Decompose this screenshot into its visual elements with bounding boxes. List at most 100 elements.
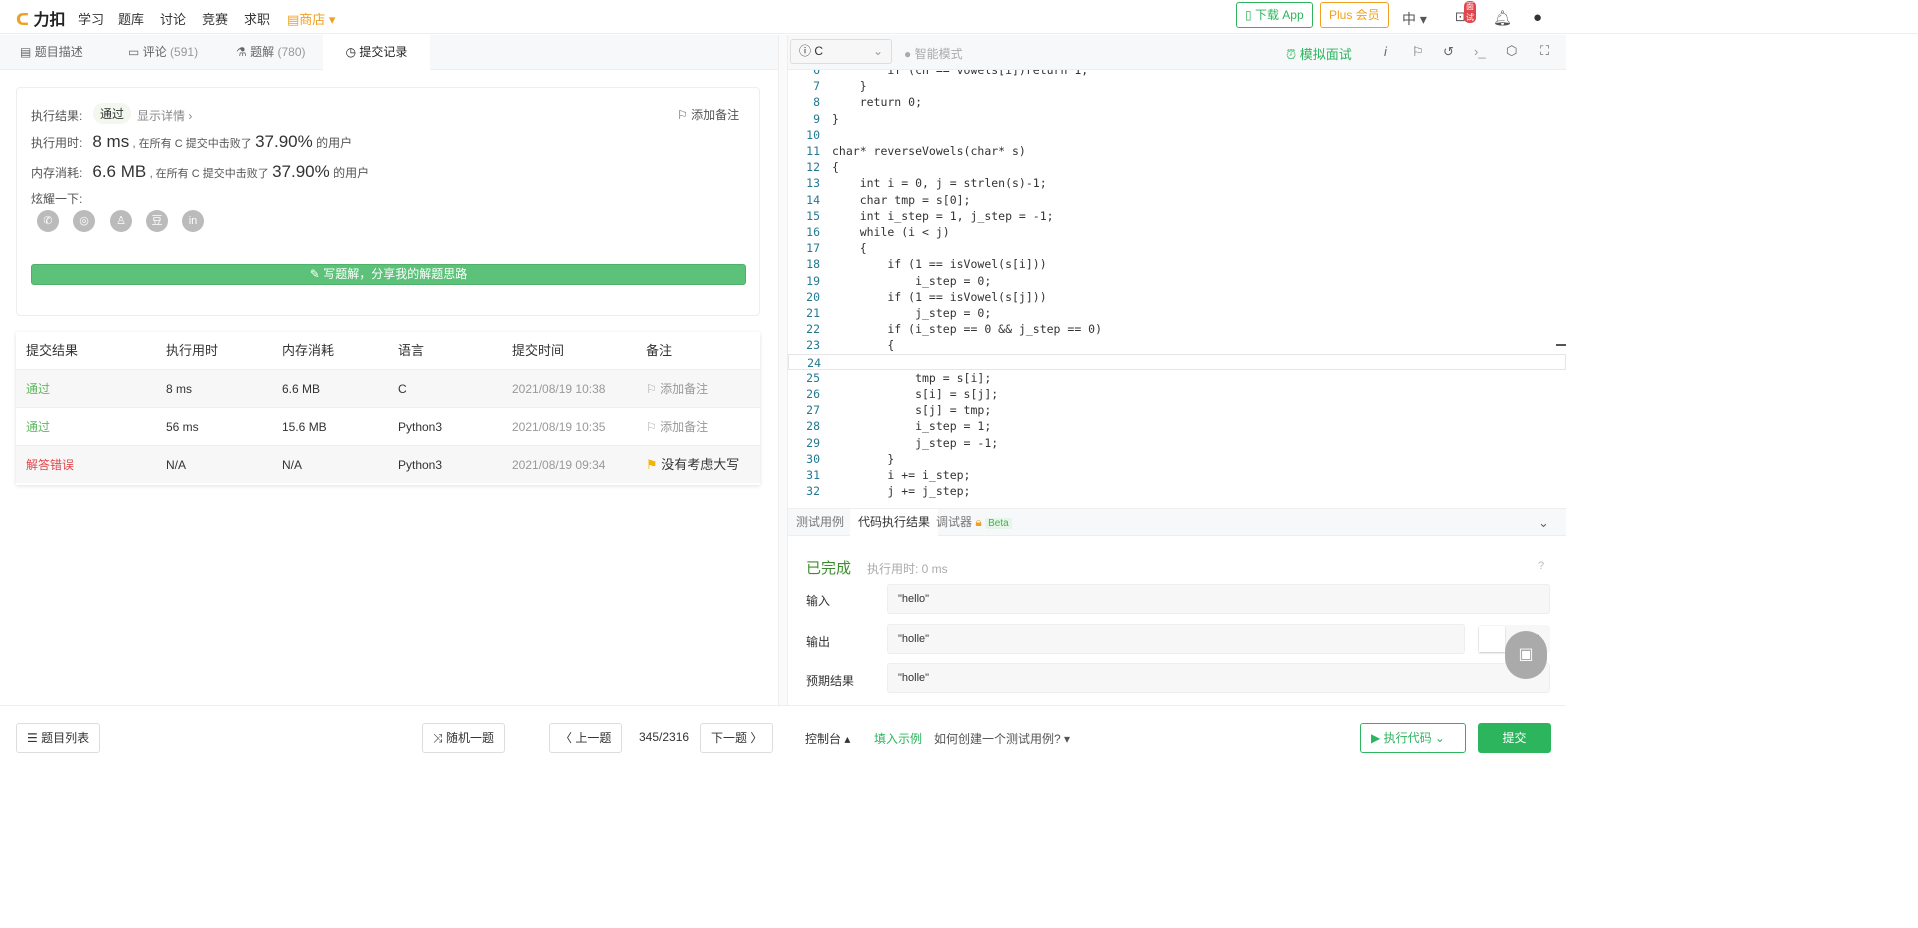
- code-line[interactable]: 18 if (1 == isVowel(s[i])): [788, 256, 1566, 272]
- line-number: 18: [806, 257, 820, 272]
- linkedin-icon[interactable]: in: [182, 210, 204, 232]
- avatar[interactable]: ●: [1533, 9, 1542, 26]
- code-line[interactable]: 17 {: [788, 240, 1566, 256]
- download-app-button[interactable]: ▯ 下载 App: [1236, 2, 1313, 28]
- help-icon[interactable]: ?: [1538, 560, 1544, 572]
- line-number: 16: [806, 225, 820, 239]
- notebook-float-icon[interactable]: ▣: [1505, 631, 1547, 679]
- problem-list-button[interactable]: ☰ 题目列表: [16, 723, 101, 753]
- submit-button[interactable]: 提交: [1478, 723, 1551, 753]
- nav-store[interactable]: ▤商店 ▾: [287, 9, 335, 28]
- note-cell[interactable]: ⚐ 添加备注: [646, 408, 708, 446]
- code-line[interactable]: 25 tmp = s[i];: [788, 370, 1566, 386]
- code-line[interactable]: 31 i += i_step;: [788, 467, 1566, 483]
- code-line[interactable]: 9}: [788, 111, 1566, 127]
- code-line[interactable]: 6 if (ch == vowels[i])return 1;: [788, 70, 1566, 78]
- language-cell: C: [398, 382, 407, 396]
- code-line[interactable]: 11 char* reverseVowels(char* s): [788, 143, 1566, 159]
- wechat-icon[interactable]: ✆: [37, 210, 59, 232]
- line-number: 11: [806, 144, 820, 158]
- tab-debugger[interactable]: 调试器 🔒︎ Beta: [928, 509, 1020, 536]
- note-cell[interactable]: ⚑ 没有考虑大写: [646, 446, 739, 484]
- how-to-testcase-link[interactable]: 如何创建一个测试用例? ▾: [934, 730, 1070, 747]
- code-line[interactable]: 26 s[i] = s[j];: [788, 386, 1566, 402]
- code-line[interactable]: 30 }: [788, 451, 1566, 467]
- code-line[interactable]: 24: [788, 353, 1566, 370]
- tab-testcase[interactable]: 测试用例: [788, 509, 852, 536]
- code-line[interactable]: 13 int i = 0, j = strlen(s)-1;: [788, 175, 1566, 191]
- code-line[interactable]: 14 char tmp = s[0];: [788, 192, 1566, 208]
- nav-contest[interactable]: 竞赛: [202, 9, 228, 28]
- terminal-icon[interactable]: ›_: [1474, 44, 1486, 59]
- smart-mode-toggle[interactable]: ● 智能模式: [904, 45, 963, 62]
- code-line[interactable]: 20 if (1 == isVowel(s[j])): [788, 289, 1566, 305]
- code-line[interactable]: 15 int i_step = 1, j_step = -1;: [788, 208, 1566, 224]
- add-note-button[interactable]: ⚐ 添加备注: [677, 106, 739, 123]
- code-line[interactable]: 8 return 0;: [788, 94, 1566, 110]
- write-solution-button[interactable]: ✎ 写题解，分享我的解题思路: [31, 264, 746, 285]
- editor-scrollbar[interactable]: [1556, 344, 1566, 346]
- random-problem-button[interactable]: ⤨ 随机一题: [422, 723, 505, 753]
- code-text: i_step = 1;: [832, 419, 992, 434]
- show-details-link[interactable]: 显示详情 ›: [137, 107, 192, 124]
- nav-problems[interactable]: 题库: [118, 9, 144, 28]
- interview-icon[interactable]: ⊡ 面试: [1455, 1, 1476, 25]
- tab-run-result[interactable]: 代码执行结果: [850, 509, 939, 536]
- submissions-table: 提交结果 执行用时 内存消耗 语言 提交时间 备注 通过 8 ms 6.6 MB C 20…: [16, 332, 760, 485]
- tab-solutions[interactable]: ⚗ 题解 (780): [216, 35, 325, 70]
- top-nav: ᑕ 力扣 学习 题库 讨论 竞赛 求职 ▤商店 ▾ ▯ 下载 App Plus …: [0, 0, 1918, 34]
- code-line[interactable]: 21 j_step = 0;: [788, 305, 1566, 321]
- plus-member-button[interactable]: Plus 会员: [1320, 2, 1389, 28]
- code-line[interactable]: 29 j_step = -1;: [788, 435, 1566, 451]
- chevron-down-icon: ⌄: [872, 44, 883, 58]
- tab-comments[interactable]: ▭ 评论 (591): [108, 35, 218, 70]
- bell-icon[interactable]: 🔔︎: [1493, 9, 1512, 27]
- nav-discuss[interactable]: 讨论: [160, 9, 186, 28]
- code-line[interactable]: 28 i_step = 1;: [788, 418, 1566, 434]
- collapse-chevron-icon[interactable]: ⌄: [1538, 515, 1549, 531]
- nav-jobs[interactable]: 求职: [244, 9, 270, 28]
- panel-resize-handle[interactable]: [778, 35, 788, 705]
- code-line[interactable]: 12 {: [788, 159, 1566, 175]
- fill-example-link[interactable]: 填入示例: [874, 730, 922, 747]
- note-cell[interactable]: ⚐ 添加备注: [646, 370, 708, 408]
- info-icon: ⓘ: [799, 44, 812, 58]
- reset-icon[interactable]: ↺: [1443, 44, 1454, 60]
- mock-interview-button[interactable]: ⏰︎ 模拟面试: [1286, 44, 1352, 63]
- code-line[interactable]: 7 }: [788, 78, 1566, 94]
- code-text: int i_step = 1, j_step = -1;: [832, 208, 1054, 223]
- code-line[interactable]: 27 s[j] = tmp;: [788, 402, 1566, 418]
- nav-learn[interactable]: 学习: [78, 9, 104, 28]
- code-text: j_step = -1;: [832, 435, 999, 450]
- code-line[interactable]: 23 {: [788, 337, 1566, 353]
- fullscreen-icon[interactable]: ⛶: [1540, 43, 1549, 59]
- table-row[interactable]: 解答错误 N/A N/A Python3 2021/08/19 09:34 ⚑ …: [16, 445, 760, 483]
- code-editor[interactable]: 6 if (ch == vowels[i])return 1; 7 } 8 retu…: [788, 70, 1566, 508]
- tab-description[interactable]: ▤ 题目描述: [0, 35, 103, 70]
- leetcode-logo[interactable]: ᑕ 力扣: [16, 6, 66, 30]
- submission-status[interactable]: 通过: [26, 408, 50, 446]
- code-line[interactable]: 19 i_step = 0;: [788, 273, 1566, 289]
- submission-status[interactable]: 解答错误: [26, 446, 74, 484]
- info-button-icon[interactable]: i: [1384, 44, 1387, 59]
- code-line[interactable]: 10: [788, 127, 1566, 143]
- table-row[interactable]: 通过 56 ms 15.6 MB Python3 2021/08/19 10:3…: [16, 407, 760, 445]
- prev-problem-button[interactable]: 〈 上一题: [549, 723, 623, 753]
- run-code-button[interactable]: ▶ 执行代码 ⌄: [1360, 723, 1466, 753]
- settings-icon[interactable]: ⬡: [1506, 43, 1517, 59]
- code-line[interactable]: 32 j += j_step;: [788, 483, 1566, 499]
- next-problem-button[interactable]: 下一题 〉: [700, 723, 774, 753]
- language-select[interactable]: ⓘ C ⌄: [790, 39, 892, 64]
- submission-status[interactable]: 通过: [26, 370, 50, 408]
- code-line[interactable]: 22 if (i_step == 0 && j_step == 0): [788, 321, 1566, 337]
- language-switch[interactable]: 中 ▾: [1402, 9, 1427, 29]
- code-line[interactable]: 16 while (i < j): [788, 224, 1566, 240]
- qq-icon[interactable]: ♙: [110, 210, 132, 232]
- table-row[interactable]: 通过 8 ms 6.6 MB C 2021/08/19 10:38 ⚐ 添加备注: [16, 369, 760, 407]
- flag-icon: ⚑: [646, 457, 658, 472]
- tab-submissions[interactable]: ◷ 提交记录: [323, 35, 430, 70]
- douban-icon[interactable]: 豆: [146, 210, 168, 232]
- console-toggle[interactable]: 控制台 ▴: [805, 730, 850, 747]
- weibo-icon[interactable]: ◎: [73, 210, 95, 232]
- flag-icon[interactable]: ⚐: [1412, 44, 1424, 60]
